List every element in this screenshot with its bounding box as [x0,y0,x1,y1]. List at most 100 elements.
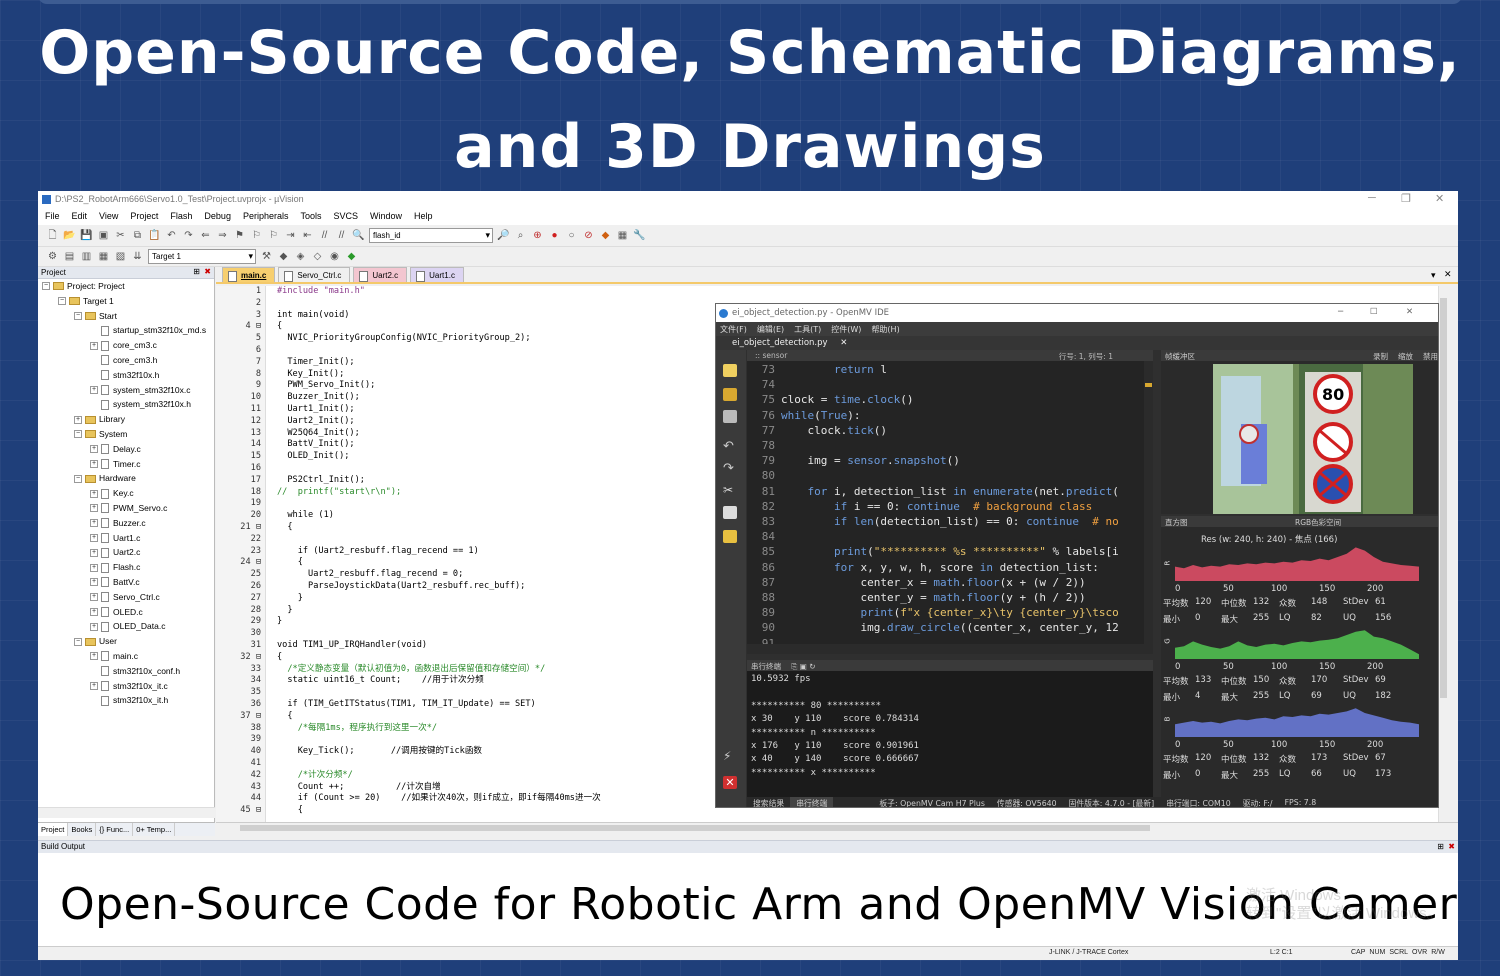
tree-item[interactable]: − User [38,634,214,649]
translate-icon[interactable]: ⚙ [46,250,59,263]
collapse-icon[interactable]: − [74,474,82,483]
pin-icon[interactable]: ⊞ [193,267,200,276]
editor-tab[interactable]: Uart2.c [353,267,408,282]
menu-item-tools[interactable]: Tools [300,211,321,225]
nav-forward-icon[interactable]: ⇒ [216,229,229,242]
expand-icon[interactable]: + [90,563,98,572]
undo-icon[interactable]: ↶ [723,440,737,453]
editor-tab[interactable]: main.c [222,267,276,282]
collapse-icon[interactable]: − [58,297,66,306]
color-space-select[interactable]: RGB色彩空间 [1295,517,1341,528]
uncomment-icon[interactable]: // [335,229,348,242]
frame-buffer-button[interactable]: 缩放 [1398,351,1413,362]
editor-close-icon[interactable]: ✕ [1444,269,1452,280]
frame-buffer-button[interactable]: 录制 [1373,351,1388,362]
target-combo[interactable]: Target 1 [148,249,256,264]
expand-icon[interactable]: + [90,622,98,631]
cut-icon[interactable]: ✂ [723,484,737,497]
run-time-env-icon[interactable]: ◉ [328,250,341,263]
tree-item[interactable]: + Library [38,412,214,427]
new-file-icon[interactable]: 🗋 [46,229,59,242]
breakpoint-icon[interactable]: ● [548,229,561,242]
openmv-menu-item[interactable]: 编辑(E) [757,324,784,336]
menu-item-project[interactable]: Project [130,211,158,225]
expand-icon[interactable]: + [90,607,98,616]
tree-item[interactable]: core_cm3.h [38,353,214,368]
tree-item[interactable]: + BattV.c [38,575,214,590]
tree-item[interactable]: + main.c [38,649,214,664]
tree-item[interactable]: − Target 1 [38,294,214,309]
menu-item-svcs[interactable]: SVCS [334,211,359,225]
minimize-icon[interactable]: ─ [1368,192,1376,204]
bookmark-next-icon[interactable]: ⚐ [267,229,280,242]
editor-tab[interactable]: Servo_Ctrl.c [278,267,351,282]
tree-item[interactable]: + OLED.c [38,605,214,620]
tree-item[interactable]: − Start [38,309,214,324]
openmv-menu-item[interactable]: 控件(W) [831,324,861,336]
save-icon[interactable] [723,410,737,423]
openmv-minimize-icon[interactable]: ─ [1338,307,1343,317]
breakpoint-clear-icon[interactable]: ◆ [599,229,612,242]
tree-item[interactable]: + core_cm3.c [38,338,214,353]
rebuild-icon[interactable]: ▥ [80,250,93,263]
tree-item[interactable]: stm32f10x_conf.h [38,664,214,679]
openmv-code-hscroll[interactable] [747,644,1153,654]
window-layout-icon[interactable]: ▦ [616,229,629,242]
copy-icon[interactable]: ⧉ [131,229,144,242]
expand-icon[interactable]: + [90,519,98,528]
select-packs-icon[interactable]: ◇ [311,250,324,263]
expand-icon[interactable]: + [90,385,98,394]
menu-item-edit[interactable]: Edit [72,211,88,225]
pack-installer-icon[interactable]: ◈ [294,250,307,263]
pane-tab[interactable]: Books [68,823,97,836]
menu-item-flash[interactable]: Flash [170,211,192,225]
close-icon[interactable]: ✕ [1435,192,1444,205]
build-icon[interactable]: ▤ [63,250,76,263]
tree-item[interactable]: + PWM_Servo.c [38,501,214,516]
collapse-icon[interactable]: − [74,311,82,320]
tree-item[interactable]: + OLED_Data.c [38,619,214,634]
openmv-maximize-icon[interactable]: ☐ [1370,307,1378,317]
tree-item[interactable]: + stm32f10x_it.c [38,679,214,694]
nav-back-icon[interactable]: ⇐ [199,229,212,242]
manage-components-icon[interactable]: ◆ [277,250,290,263]
tree-item[interactable]: + Flash.c [38,560,214,575]
openmv-file-tab[interactable]: ei_object_detection.py ✕ [716,336,1438,350]
expand-icon[interactable]: + [90,341,98,350]
tree-item[interactable]: + system_stm32f10x.c [38,383,214,398]
find-combo[interactable]: flash_id [369,228,493,243]
bookmark-icon[interactable]: ⚑ [233,229,246,242]
expand-icon[interactable]: + [90,548,98,557]
comment-icon[interactable]: // [318,229,331,242]
expand-icon[interactable]: + [90,652,98,661]
indent-icon[interactable]: ⇥ [284,229,297,242]
paste-icon[interactable] [723,530,737,543]
openmv-code-vscroll[interactable] [1144,361,1153,644]
stop-build-icon[interactable]: ▧ [114,250,127,263]
open-folder-icon[interactable] [723,388,737,401]
stop-icon[interactable]: ✕ [723,776,737,789]
expand-icon[interactable]: + [90,445,98,454]
tree-item[interactable]: − Project: Project [38,279,214,294]
openmv-menu-item[interactable]: 工具(T) [794,324,821,336]
menu-item-file[interactable]: File [45,211,60,225]
undo-icon[interactable]: ↶ [165,229,178,242]
editor-hscroll[interactable] [216,822,1458,833]
openmv-tab-close-icon[interactable]: ✕ [840,338,847,348]
tree-item[interactable]: + Uart2.c [38,545,214,560]
expand-icon[interactable]: + [90,459,98,468]
tree-item[interactable]: + Key.c [38,486,214,501]
openmv-menu-item[interactable]: 帮助(H) [871,324,899,336]
open-folder-icon[interactable]: 📂 [63,229,76,242]
pane-tab[interactable]: 0+ Temp... [133,823,176,836]
find-icon[interactable]: 🔎 [497,229,510,242]
menu-item-view[interactable]: View [99,211,118,225]
pane-close-icon[interactable]: ✖ [204,267,211,276]
menu-item-peripherals[interactable]: Peripherals [243,211,289,225]
terminal-save-icon[interactable]: ⎘ ▣ ↻ [791,662,815,671]
build-close-icon[interactable]: ✖ [1448,842,1455,851]
expand-icon[interactable]: + [90,593,98,602]
new-file-icon[interactable] [723,364,737,377]
debug-start-icon[interactable]: ⊕ [531,229,544,242]
tree-item[interactable]: + Servo_Ctrl.c [38,590,214,605]
